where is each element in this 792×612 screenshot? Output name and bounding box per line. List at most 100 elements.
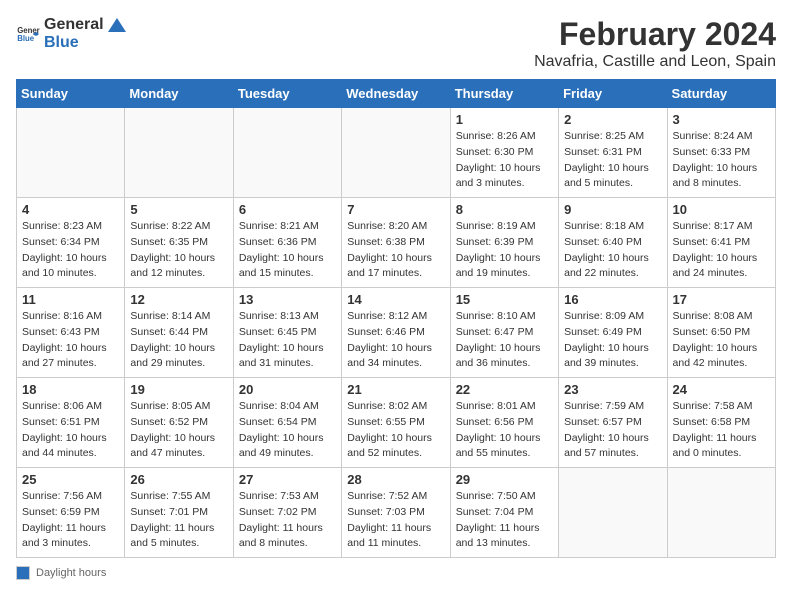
day-info: Sunrise: 8:26 AM Sunset: 6:30 PM Dayligh… bbox=[456, 129, 553, 192]
day-info: Sunrise: 8:10 AM Sunset: 6:47 PM Dayligh… bbox=[456, 309, 553, 372]
calendar-cell: 23Sunrise: 7:59 AM Sunset: 6:57 PM Dayli… bbox=[559, 378, 667, 468]
calendar-cell bbox=[342, 108, 450, 198]
day-number: 3 bbox=[673, 112, 770, 127]
logo-general: General bbox=[44, 16, 126, 34]
day-number: 22 bbox=[456, 382, 553, 397]
title-block: February 2024 Navafria, Castille and Leo… bbox=[534, 16, 776, 71]
legend-box bbox=[16, 566, 30, 580]
day-number: 7 bbox=[347, 202, 444, 217]
calendar-cell: 25 Sunrise: 7:56 AM Sunset: 6:59 PM Dayli… bbox=[17, 468, 125, 558]
day-info: Sunrise: 8:22 AM Sunset: 6:35 PM Dayligh… bbox=[130, 219, 227, 282]
calendar-table: SundayMondayTuesdayWednesdayThursdayFrid… bbox=[16, 79, 776, 558]
calendar-cell: 5 Sunrise: 8:22 AM Sunset: 6:35 PM Daylig… bbox=[125, 198, 233, 288]
calendar-cell: 3Sunrise: 8:24 AM Sunset: 6:33 PM Daylig… bbox=[667, 108, 775, 198]
day-info: Sunrise: 8:08 AM Sunset: 6:50 PM Dayligh… bbox=[673, 309, 770, 372]
calendar-cell: 22 Sunrise: 8:01 AM Sunset: 6:56 PM Dayli… bbox=[450, 378, 558, 468]
day-info: Sunrise: 7:58 AM Sunset: 6:58 PM Dayligh… bbox=[673, 399, 770, 462]
header-saturday: Saturday bbox=[667, 80, 775, 108]
calendar-cell: 24 Sunrise: 7:58 AM Sunset: 6:58 PM Dayli… bbox=[667, 378, 775, 468]
day-number: 13 bbox=[239, 292, 336, 307]
calendar-cell: 11Sunrise: 8:16 AM Sunset: 6:43 PM Dayli… bbox=[17, 288, 125, 378]
calendar-week-1: 1 Sunrise: 8:26 AM Sunset: 6:30 PM Daylig… bbox=[17, 108, 776, 198]
day-number: 16 bbox=[564, 292, 661, 307]
day-number: 17 bbox=[673, 292, 770, 307]
calendar-header-row: SundayMondayTuesdayWednesdayThursdayFrid… bbox=[17, 80, 776, 108]
logo-icon: General Blue bbox=[16, 22, 40, 46]
day-number: 25 bbox=[22, 472, 119, 487]
day-info: Sunrise: 7:50 AM Sunset: 7:04 PM Dayligh… bbox=[456, 489, 553, 552]
day-number: 27 bbox=[239, 472, 336, 487]
calendar-cell bbox=[559, 468, 667, 558]
header-friday: Friday bbox=[559, 80, 667, 108]
calendar-cell: 8 Sunrise: 8:19 AM Sunset: 6:39 PM Daylig… bbox=[450, 198, 558, 288]
day-info: Sunrise: 8:25 AM Sunset: 6:31 PM Dayligh… bbox=[564, 129, 661, 192]
calendar-cell bbox=[17, 108, 125, 198]
calendar-cell: 21Sunrise: 8:02 AM Sunset: 6:55 PM Dayli… bbox=[342, 378, 450, 468]
header-sunday: Sunday bbox=[17, 80, 125, 108]
day-number: 9 bbox=[564, 202, 661, 217]
calendar-cell: 28Sunrise: 7:52 AM Sunset: 7:03 PM Dayli… bbox=[342, 468, 450, 558]
calendar-cell: 17 Sunrise: 8:08 AM Sunset: 6:50 PM Dayli… bbox=[667, 288, 775, 378]
day-info: Sunrise: 8:09 AM Sunset: 6:49 PM Dayligh… bbox=[564, 309, 661, 372]
calendar-cell: 27 Sunrise: 7:53 AM Sunset: 7:02 PM Dayli… bbox=[233, 468, 341, 558]
day-number: 11 bbox=[22, 292, 119, 307]
day-number: 15 bbox=[456, 292, 553, 307]
day-info: Sunrise: 8:12 AM Sunset: 6:46 PM Dayligh… bbox=[347, 309, 444, 372]
calendar-cell: 6Sunrise: 8:21 AM Sunset: 6:36 PM Daylig… bbox=[233, 198, 341, 288]
calendar-cell: 2 Sunrise: 8:25 AM Sunset: 6:31 PM Daylig… bbox=[559, 108, 667, 198]
day-number: 19 bbox=[130, 382, 227, 397]
day-info: Sunrise: 7:55 AM Sunset: 7:01 PM Dayligh… bbox=[130, 489, 227, 552]
day-info: Sunrise: 8:04 AM Sunset: 6:54 PM Dayligh… bbox=[239, 399, 336, 462]
day-number: 2 bbox=[564, 112, 661, 127]
calendar-cell: 13 Sunrise: 8:13 AM Sunset: 6:45 PM Dayli… bbox=[233, 288, 341, 378]
day-info: Sunrise: 8:23 AM Sunset: 6:34 PM Dayligh… bbox=[22, 219, 119, 282]
calendar-cell: 26 Sunrise: 7:55 AM Sunset: 7:01 PM Dayli… bbox=[125, 468, 233, 558]
day-number: 29 bbox=[456, 472, 553, 487]
header-wednesday: Wednesday bbox=[342, 80, 450, 108]
day-number: 8 bbox=[456, 202, 553, 217]
day-info: Sunrise: 8:02 AM Sunset: 6:55 PM Dayligh… bbox=[347, 399, 444, 462]
calendar-week-5: 25 Sunrise: 7:56 AM Sunset: 6:59 PM Dayli… bbox=[17, 468, 776, 558]
header: General Blue General Blue February 2024 … bbox=[16, 16, 776, 71]
calendar-cell: 10Sunrise: 8:17 AM Sunset: 6:41 PM Dayli… bbox=[667, 198, 775, 288]
day-info: Sunrise: 8:06 AM Sunset: 6:51 PM Dayligh… bbox=[22, 399, 119, 462]
day-info: Sunrise: 8:13 AM Sunset: 6:45 PM Dayligh… bbox=[239, 309, 336, 372]
day-number: 14 bbox=[347, 292, 444, 307]
footer: Daylight hours bbox=[16, 566, 776, 580]
day-number: 12 bbox=[130, 292, 227, 307]
header-monday: Monday bbox=[125, 80, 233, 108]
svg-text:Blue: Blue bbox=[17, 34, 35, 43]
calendar-cell: 1 Sunrise: 8:26 AM Sunset: 6:30 PM Daylig… bbox=[450, 108, 558, 198]
day-info: Sunrise: 8:21 AM Sunset: 6:36 PM Dayligh… bbox=[239, 219, 336, 282]
header-thursday: Thursday bbox=[450, 80, 558, 108]
day-info: Sunrise: 8:19 AM Sunset: 6:39 PM Dayligh… bbox=[456, 219, 553, 282]
day-info: Sunrise: 7:53 AM Sunset: 7:02 PM Dayligh… bbox=[239, 489, 336, 552]
calendar-cell: 15 Sunrise: 8:10 AM Sunset: 6:47 PM Dayli… bbox=[450, 288, 558, 378]
header-tuesday: Tuesday bbox=[233, 80, 341, 108]
calendar-cell: 29 Sunrise: 7:50 AM Sunset: 7:04 PM Dayli… bbox=[450, 468, 558, 558]
calendar-cell: 19 Sunrise: 8:05 AM Sunset: 6:52 PM Dayli… bbox=[125, 378, 233, 468]
calendar-cell: 7Sunrise: 8:20 AM Sunset: 6:38 PM Daylig… bbox=[342, 198, 450, 288]
day-info: Sunrise: 8:01 AM Sunset: 6:56 PM Dayligh… bbox=[456, 399, 553, 462]
logo: General Blue General Blue bbox=[16, 16, 126, 51]
day-number: 4 bbox=[22, 202, 119, 217]
calendar-cell: 4 Sunrise: 8:23 AM Sunset: 6:34 PM Daylig… bbox=[17, 198, 125, 288]
calendar-cell: 20 Sunrise: 8:04 AM Sunset: 6:54 PM Dayli… bbox=[233, 378, 341, 468]
day-info: Sunrise: 7:52 AM Sunset: 7:03 PM Dayligh… bbox=[347, 489, 444, 552]
day-info: Sunrise: 8:05 AM Sunset: 6:52 PM Dayligh… bbox=[130, 399, 227, 462]
logo-blue: Blue bbox=[44, 34, 126, 52]
day-number: 26 bbox=[130, 472, 227, 487]
day-info: Sunrise: 8:18 AM Sunset: 6:40 PM Dayligh… bbox=[564, 219, 661, 282]
calendar-cell: 14 Sunrise: 8:12 AM Sunset: 6:46 PM Dayli… bbox=[342, 288, 450, 378]
calendar-cell: 9 Sunrise: 8:18 AM Sunset: 6:40 PM Daylig… bbox=[559, 198, 667, 288]
day-info: Sunrise: 7:56 AM Sunset: 6:59 PM Dayligh… bbox=[22, 489, 119, 552]
day-number: 24 bbox=[673, 382, 770, 397]
day-number: 18 bbox=[22, 382, 119, 397]
calendar-cell bbox=[125, 108, 233, 198]
calendar-cell bbox=[233, 108, 341, 198]
calendar-cell bbox=[667, 468, 775, 558]
day-number: 1 bbox=[456, 112, 553, 127]
calendar-cell: 16 Sunrise: 8:09 AM Sunset: 6:49 PM Dayli… bbox=[559, 288, 667, 378]
day-number: 5 bbox=[130, 202, 227, 217]
day-number: 20 bbox=[239, 382, 336, 397]
